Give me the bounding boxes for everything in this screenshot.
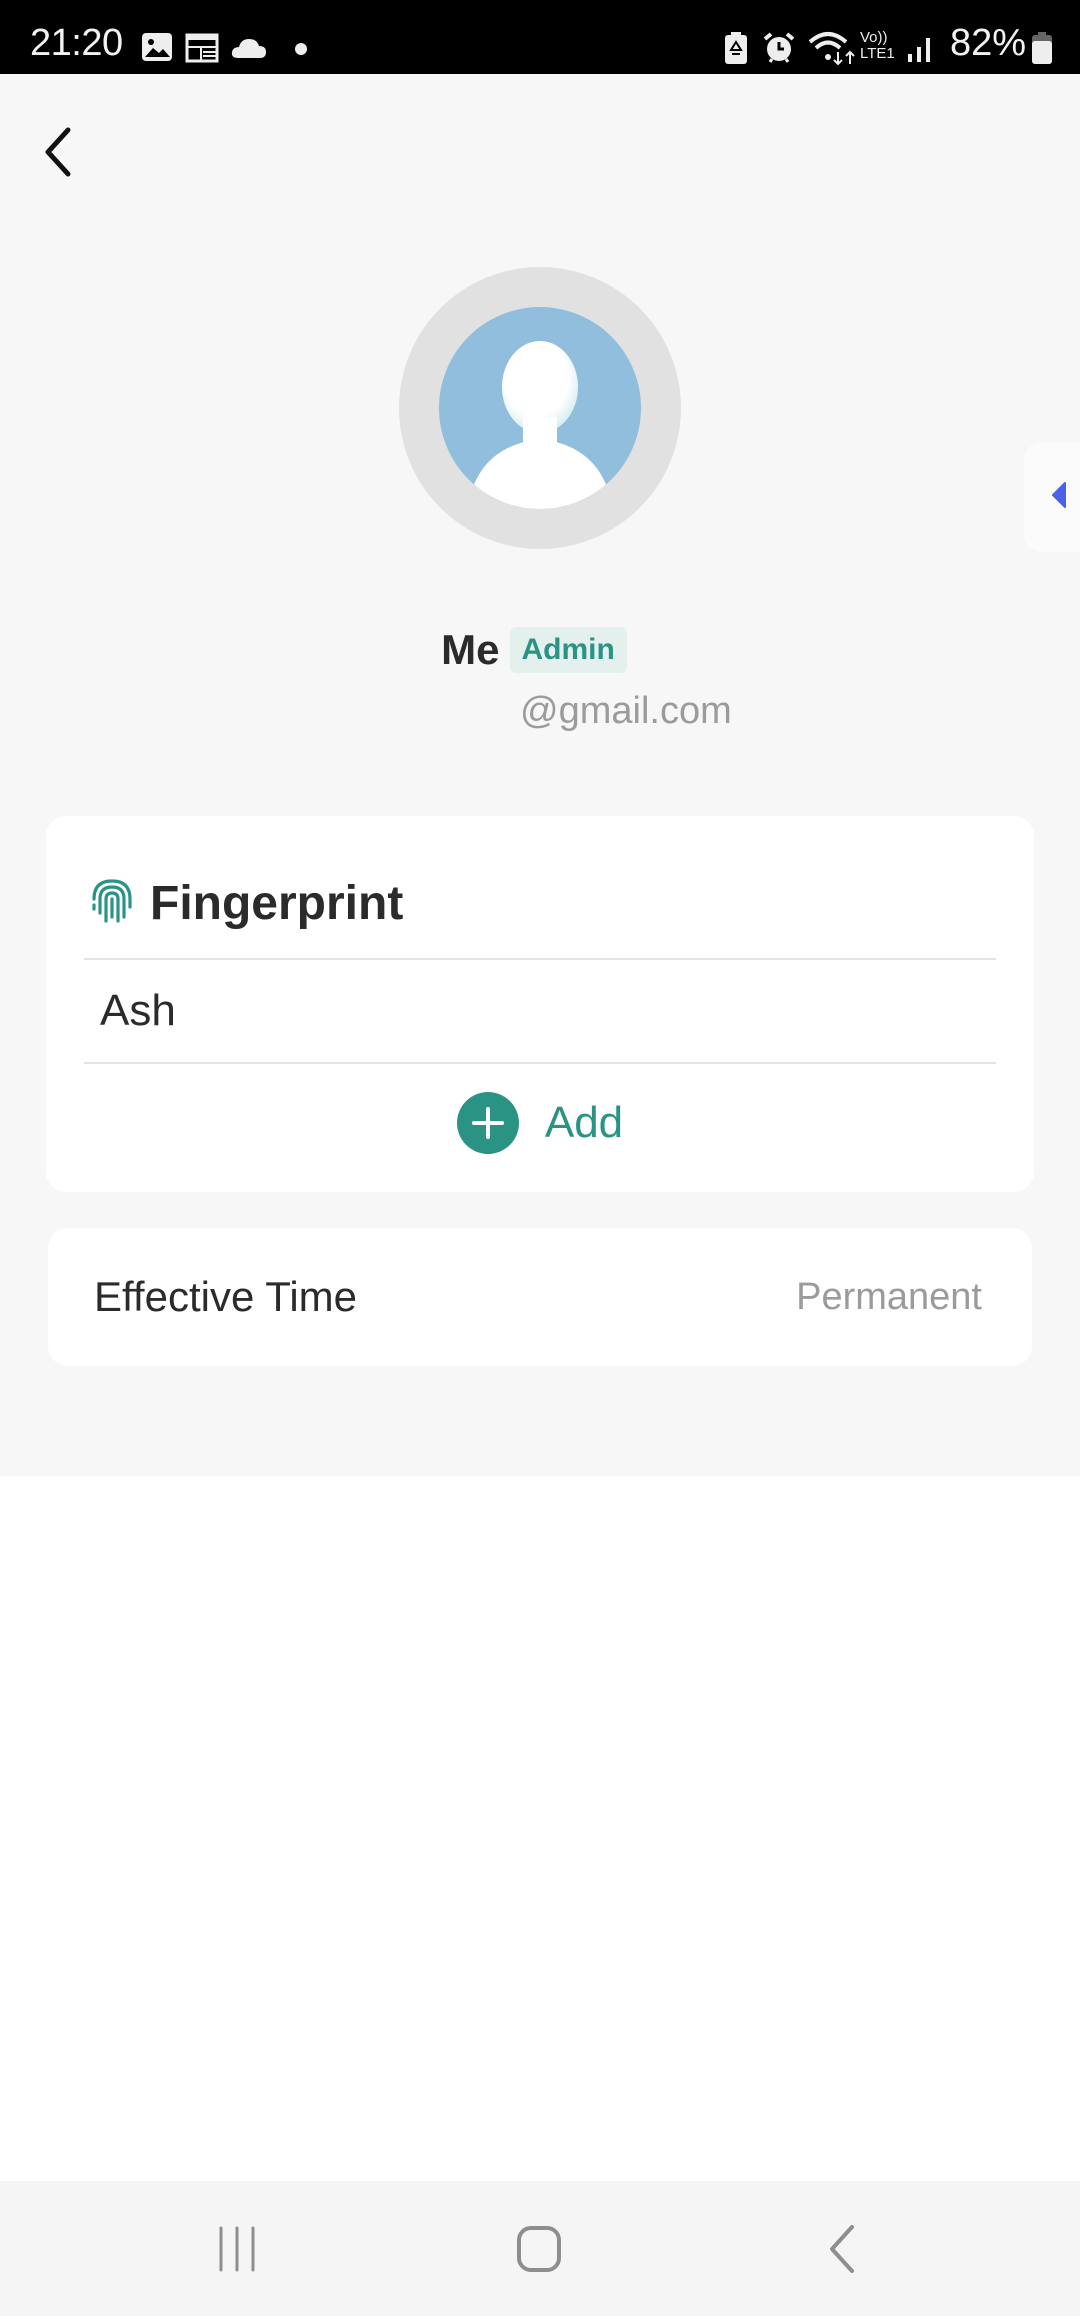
signal-icon (906, 34, 936, 69)
system-nav-bar (0, 2181, 1080, 2316)
alarm-icon (762, 31, 796, 70)
status-time: 21:20 (30, 22, 123, 64)
fingerprint-icon (90, 877, 134, 930)
home-icon (516, 2225, 562, 2278)
user-detail-page: Me Admin @gmail.com Fingerprint Ash Add … (0, 74, 1080, 1476)
back-icon (826, 2224, 856, 2278)
status-bar: 21:20 Vo)) LTE1 82% (0, 0, 1080, 74)
divider (84, 1062, 996, 1064)
wifi-icon (808, 30, 858, 71)
battery-percent: 82% (950, 22, 1027, 64)
effective-time-row[interactable]: Effective Time Permanent (48, 1228, 1032, 1366)
volte-icon: Vo)) LTE1 (860, 29, 895, 62)
user-name: Me (441, 626, 500, 673)
fingerprint-item[interactable]: Ash (100, 986, 176, 1036)
user-silhouette-icon (439, 307, 641, 509)
back-nav-button[interactable] (796, 2211, 886, 2291)
home-button[interactable] (494, 2211, 584, 2291)
fingerprint-header: Fingerprint (90, 876, 403, 931)
dot-icon (295, 42, 307, 60)
fingerprint-card: Fingerprint Ash Add (46, 816, 1034, 1192)
side-drawer-tab[interactable] (1024, 442, 1080, 552)
add-label: Add (544, 1098, 624, 1147)
avatar[interactable] (399, 267, 681, 549)
effective-time-label: Effective Time (94, 1273, 357, 1320)
fingerprint-title: Fingerprint (150, 877, 404, 930)
add-fingerprint-button[interactable]: Add (46, 1088, 1034, 1158)
divider (84, 958, 996, 960)
recents-icon (215, 2226, 259, 2277)
back-button[interactable] (30, 124, 90, 184)
gallery-icon (141, 32, 173, 67)
battery-saver-icon (724, 32, 748, 69)
cloud-icon (230, 36, 268, 65)
calendar-icon (185, 33, 219, 68)
caret-left-icon (1051, 481, 1067, 513)
effective-time-value: Permanent (796, 1275, 982, 1318)
battery-icon (1032, 32, 1052, 69)
user-email: @gmail.com (520, 690, 732, 732)
plus-icon (456, 1092, 519, 1154)
recents-button[interactable] (192, 2211, 282, 2291)
role-badge: Admin (509, 627, 627, 673)
profile-name-row: Me Admin (0, 620, 1074, 680)
chevron-left-icon (42, 126, 78, 183)
